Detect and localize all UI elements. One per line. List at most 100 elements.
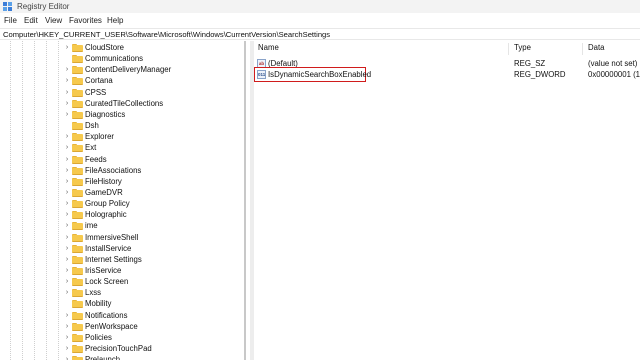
chevron-right-icon[interactable]: › (64, 42, 70, 53)
tree-item-label: FileAssociations (85, 165, 142, 175)
chevron-right-icon[interactable]: › (64, 75, 70, 86)
chevron-right-icon[interactable]: › (64, 176, 70, 187)
tree-item[interactable]: › ContentDeliveryManager (64, 64, 244, 75)
tree-item[interactable]: › FileAssociations (64, 165, 244, 176)
column-header-data[interactable]: Data (588, 41, 604, 55)
menu-bar: File Edit View Favorites Help (0, 14, 640, 27)
chevron-right-icon[interactable]: › (64, 332, 70, 343)
chevron-right-icon[interactable]: › (64, 310, 70, 321)
tree-scrollbar[interactable] (244, 41, 246, 360)
menu-help[interactable]: Help (107, 14, 123, 27)
tree-item-label: CuratedTileCollections (85, 98, 164, 108)
tree-item[interactable]: › CPSS (64, 87, 244, 98)
chevron-right-icon[interactable]: › (64, 142, 70, 153)
tree-item[interactable]: › PrecisionTouchPad (64, 343, 244, 354)
tree-item-label: Notifications (85, 310, 128, 320)
chevron-right-icon[interactable]: › (64, 232, 70, 243)
column-separator[interactable] (508, 43, 509, 55)
chevron-right-icon[interactable]: › (64, 165, 70, 176)
tree-item[interactable]: › ImmersiveShell (64, 232, 244, 243)
chevron-right-icon[interactable]: › (64, 87, 70, 98)
tree-item[interactable]: › FileHistory (64, 176, 244, 187)
tree-item-label: Mobility (85, 299, 112, 309)
folder-icon (72, 300, 83, 309)
folder-icon (72, 289, 83, 298)
chevron-right-icon[interactable]: › (64, 187, 70, 198)
chevron-right-icon[interactable]: › (64, 131, 70, 142)
chevron-right-icon[interactable]: › (64, 243, 70, 254)
tree-item[interactable]: › Ext (64, 142, 244, 153)
chevron-right-icon[interactable]: › (64, 343, 70, 354)
tree-item[interactable]: › Cortana (64, 75, 244, 86)
key-tree-pane[interactable]: › CloudStore Communications › ContentDeliver… (0, 41, 250, 360)
folder-icon (72, 244, 83, 253)
window-title: Registry Editor (17, 2, 70, 11)
folder-icon (72, 177, 83, 186)
tree-item[interactable]: › Prelaunch (64, 354, 244, 360)
tree-item[interactable]: › Diagnostics (64, 109, 244, 120)
tree-item[interactable]: › Explorer (64, 131, 244, 142)
menu-file[interactable]: File (4, 14, 17, 27)
chevron-right-icon[interactable]: › (64, 98, 70, 109)
menu-edit[interactable]: Edit (24, 14, 38, 27)
folder-icon (72, 66, 83, 75)
value-row[interactable]: 011 IsDynamicSearchBoxEnabled REG_DWORD 0x0… (254, 67, 640, 82)
chevron-right-icon[interactable]: › (64, 354, 70, 360)
address-path[interactable]: Computer\HKEY_CURRENT_USER\Software\Micr… (3, 29, 330, 40)
tree-item[interactable]: Dsh (64, 120, 244, 131)
chevron-right-icon[interactable]: › (64, 198, 70, 209)
address-bar[interactable]: Computer\HKEY_CURRENT_USER\Software\Micr… (0, 28, 640, 40)
tree-item[interactable]: › Feeds (64, 154, 244, 165)
tree-item[interactable]: › Internet Settings (64, 254, 244, 265)
tree-item[interactable]: › CloudStore (64, 42, 244, 53)
menu-favorites[interactable]: Favorites (69, 14, 102, 27)
folder-icon (72, 77, 83, 86)
tree-item[interactable]: › ime (64, 220, 244, 231)
values-pane[interactable]: Name Type Data ab (Default) REG_SZ (value n… (254, 41, 640, 360)
folder-icon (72, 144, 83, 153)
tree-guide-line (34, 41, 35, 360)
tree-item[interactable]: › Notifications (64, 310, 244, 321)
menu-view[interactable]: View (45, 14, 62, 27)
tree-guide-line (22, 41, 23, 360)
folder-icon (72, 222, 83, 231)
value-name: IsDynamicSearchBoxEnabled (268, 70, 372, 79)
folder-icon (72, 155, 83, 164)
tree-item-label: Holographic (85, 210, 127, 220)
chevron-right-icon[interactable]: › (64, 287, 70, 298)
column-separator[interactable] (582, 43, 583, 55)
column-header-name[interactable]: Name (258, 41, 279, 55)
chevron-right-icon[interactable]: › (64, 321, 70, 332)
chevron-right-icon[interactable]: › (64, 64, 70, 75)
tree-item[interactable]: › Group Policy (64, 198, 244, 209)
tree-item[interactable]: › InstallService (64, 243, 244, 254)
tree-item[interactable]: › PenWorkspace (64, 321, 244, 332)
chevron-right-icon[interactable]: › (64, 209, 70, 220)
column-header-type[interactable]: Type (514, 41, 531, 55)
tree-item[interactable]: › Lxss (64, 287, 244, 298)
chevron-right-icon[interactable]: › (64, 254, 70, 265)
folder-icon (72, 88, 83, 97)
tree-item[interactable]: › Policies (64, 332, 244, 343)
tree-item[interactable]: › Lock Screen (64, 276, 244, 287)
tree-item[interactable]: Mobility (64, 298, 244, 309)
tree-item[interactable]: › GameDVR (64, 187, 244, 198)
folder-icon (72, 345, 83, 354)
tree-item-label: Feeds (85, 154, 107, 164)
tree-item-label: CloudStore (85, 43, 125, 52)
folder-icon (72, 110, 83, 119)
tree-item[interactable]: Communications (64, 53, 244, 64)
folder-icon (72, 322, 83, 331)
tree-item-label: Explorer (85, 132, 115, 142)
tree-item[interactable]: › CuratedTileCollections (64, 98, 244, 109)
tree-item[interactable]: › IrisService (64, 265, 244, 276)
chevron-right-icon[interactable]: › (64, 276, 70, 287)
tree-item-label: Prelaunch (85, 355, 121, 360)
chevron-right-icon[interactable]: › (64, 109, 70, 120)
chevron-right-icon[interactable]: › (64, 265, 70, 276)
chevron-right-icon[interactable]: › (64, 154, 70, 165)
tree-item-label: Policies (85, 332, 112, 342)
chevron-right-icon[interactable]: › (64, 220, 70, 231)
tree-item[interactable]: › Holographic (64, 209, 244, 220)
